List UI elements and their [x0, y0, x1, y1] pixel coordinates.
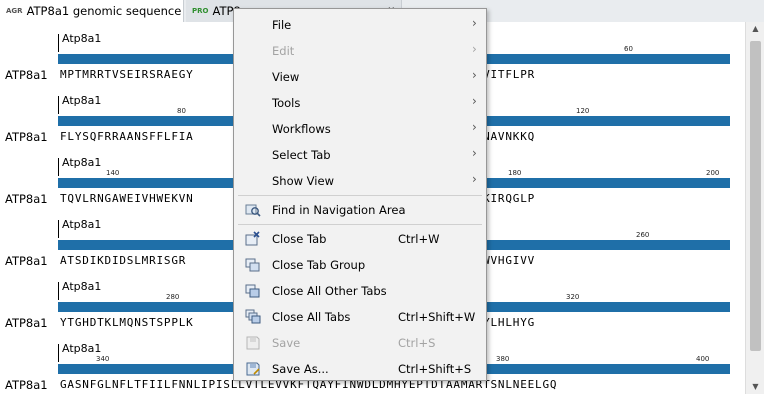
position-tick: 80 — [177, 107, 186, 115]
menu-item-save-as[interactable]: Save As... Ctrl+Shift+S — [234, 356, 486, 382]
menu-item-file[interactable]: File › — [234, 12, 486, 38]
menu-item-label: Tools — [272, 96, 301, 110]
menu-item-close-all-tabs[interactable]: Close All Tabs Ctrl+Shift+W — [234, 304, 486, 330]
menu-item-close-tab[interactable]: Close Tab Ctrl+W — [234, 226, 486, 252]
position-tick: 260 — [636, 231, 650, 239]
find-in-navigation-icon — [245, 204, 261, 217]
sequence-name: ATP8a1 — [5, 316, 48, 330]
position-tick: 200 — [706, 169, 720, 177]
track-start-marker — [58, 96, 59, 114]
menu-item-label: Close All Other Tabs — [272, 284, 387, 298]
track-start-marker — [58, 344, 59, 362]
menu-item-label: Find in Navigation Area — [272, 203, 406, 217]
close-all-tabs-icon — [245, 309, 261, 324]
track-start-marker — [58, 158, 59, 176]
menu-item-shortcut: Ctrl+S — [398, 336, 436, 350]
position-tick: 140 — [106, 169, 120, 177]
vertical-scrollbar[interactable]: ▲ ▼ — [745, 22, 764, 394]
menu-item-tools[interactable]: Tools › — [234, 90, 486, 116]
menu-item-shortcut: Ctrl+Shift+W — [398, 310, 476, 324]
menu-item-label: Save — [272, 336, 301, 350]
submenu-arrow-icon: › — [472, 172, 477, 186]
submenu-arrow-icon: › — [472, 94, 477, 108]
menu-item-workflows[interactable]: Workflows › — [234, 116, 486, 142]
menu-item-label: Show View — [272, 174, 334, 188]
menu-item-select-tab[interactable]: Select Tab › — [234, 142, 486, 168]
sequence-name: ATP8a1 — [5, 192, 48, 206]
track-start-marker — [58, 282, 59, 300]
track-start-marker — [58, 34, 59, 52]
menu-item-close-tab-group[interactable]: Close Tab Group — [234, 252, 486, 278]
close-other-tabs-icon — [245, 284, 260, 298]
track-name: Atp8a1 — [62, 280, 102, 293]
position-tick: 320 — [566, 293, 580, 301]
close-tab-group-icon — [245, 258, 260, 272]
submenu-arrow-icon: › — [472, 120, 477, 134]
menu-item-edit[interactable]: Edit › — [234, 38, 486, 64]
save-as-icon — [246, 362, 260, 376]
scroll-up-icon[interactable]: ▲ — [746, 22, 764, 36]
save-icon — [246, 336, 260, 350]
menu-separator — [238, 195, 482, 196]
track-name: Atp8a1 — [62, 342, 102, 355]
scroll-down-icon[interactable]: ▼ — [746, 380, 764, 394]
submenu-arrow-icon: › — [472, 68, 477, 82]
menu-separator — [238, 224, 482, 225]
menu-item-show-view[interactable]: Show View › — [234, 168, 486, 194]
menu-item-find-in-navigation-area[interactable]: Find in Navigation Area — [234, 197, 486, 223]
position-tick: 340 — [96, 355, 110, 363]
track-start-marker — [58, 220, 59, 238]
tab-genomic-sequence[interactable]: AGR ATP8a1 genomic sequence ✕ — [0, 0, 184, 22]
menu-item-label: Save As... — [272, 362, 329, 376]
track-name: Atp8a1 — [62, 94, 102, 107]
menu-item-label: Close All Tabs — [272, 310, 351, 324]
menu-item-label: File — [272, 18, 292, 32]
position-tick: 120 — [576, 107, 590, 115]
position-tick: 380 — [496, 355, 510, 363]
close-tab-icon — [245, 231, 260, 246]
menu-item-label: Close Tab Group — [272, 258, 366, 272]
submenu-arrow-icon: › — [472, 42, 477, 56]
track-name: Atp8a1 — [62, 156, 102, 169]
position-tick: 60 — [624, 45, 633, 53]
menu-item-label: Edit — [272, 44, 295, 58]
position-tick: 180 — [508, 169, 522, 177]
position-tick: 400 — [696, 355, 710, 363]
track-name: Atp8a1 — [62, 32, 102, 45]
submenu-arrow-icon: › — [472, 146, 477, 160]
menu-item-label: Select Tab — [272, 148, 331, 162]
menu-item-view[interactable]: View › — [234, 64, 486, 90]
menu-item-label: Close Tab — [272, 232, 327, 246]
sequence-name: ATP8a1 — [5, 254, 48, 268]
menu-item-close-all-other-tabs[interactable]: Close All Other Tabs — [234, 278, 486, 304]
sequence-name: ATP8a1 — [5, 130, 48, 144]
protein-sequence-icon: PRO — [192, 7, 209, 15]
genomic-sequence-icon: AGR — [6, 7, 23, 15]
sequence-name: ATP8a1 — [5, 68, 48, 82]
context-menu: File › Edit › View › Tools › Workflows › Select Ta… — [233, 8, 487, 381]
scrollbar-thumb[interactable] — [750, 41, 761, 351]
menu-item-shortcut: Ctrl+W — [398, 232, 440, 246]
menu-item-label: View — [272, 70, 300, 84]
sequence-name: ATP8a1 — [5, 378, 48, 392]
menu-item-save[interactable]: Save Ctrl+S — [234, 330, 486, 356]
position-tick: 280 — [166, 293, 180, 301]
track-name: Atp8a1 — [62, 218, 102, 231]
menu-item-label: Workflows — [272, 122, 331, 136]
tab-label: ATP8a1 genomic sequence — [26, 4, 182, 18]
menu-item-shortcut: Ctrl+Shift+S — [398, 362, 472, 376]
submenu-arrow-icon: › — [472, 16, 477, 30]
